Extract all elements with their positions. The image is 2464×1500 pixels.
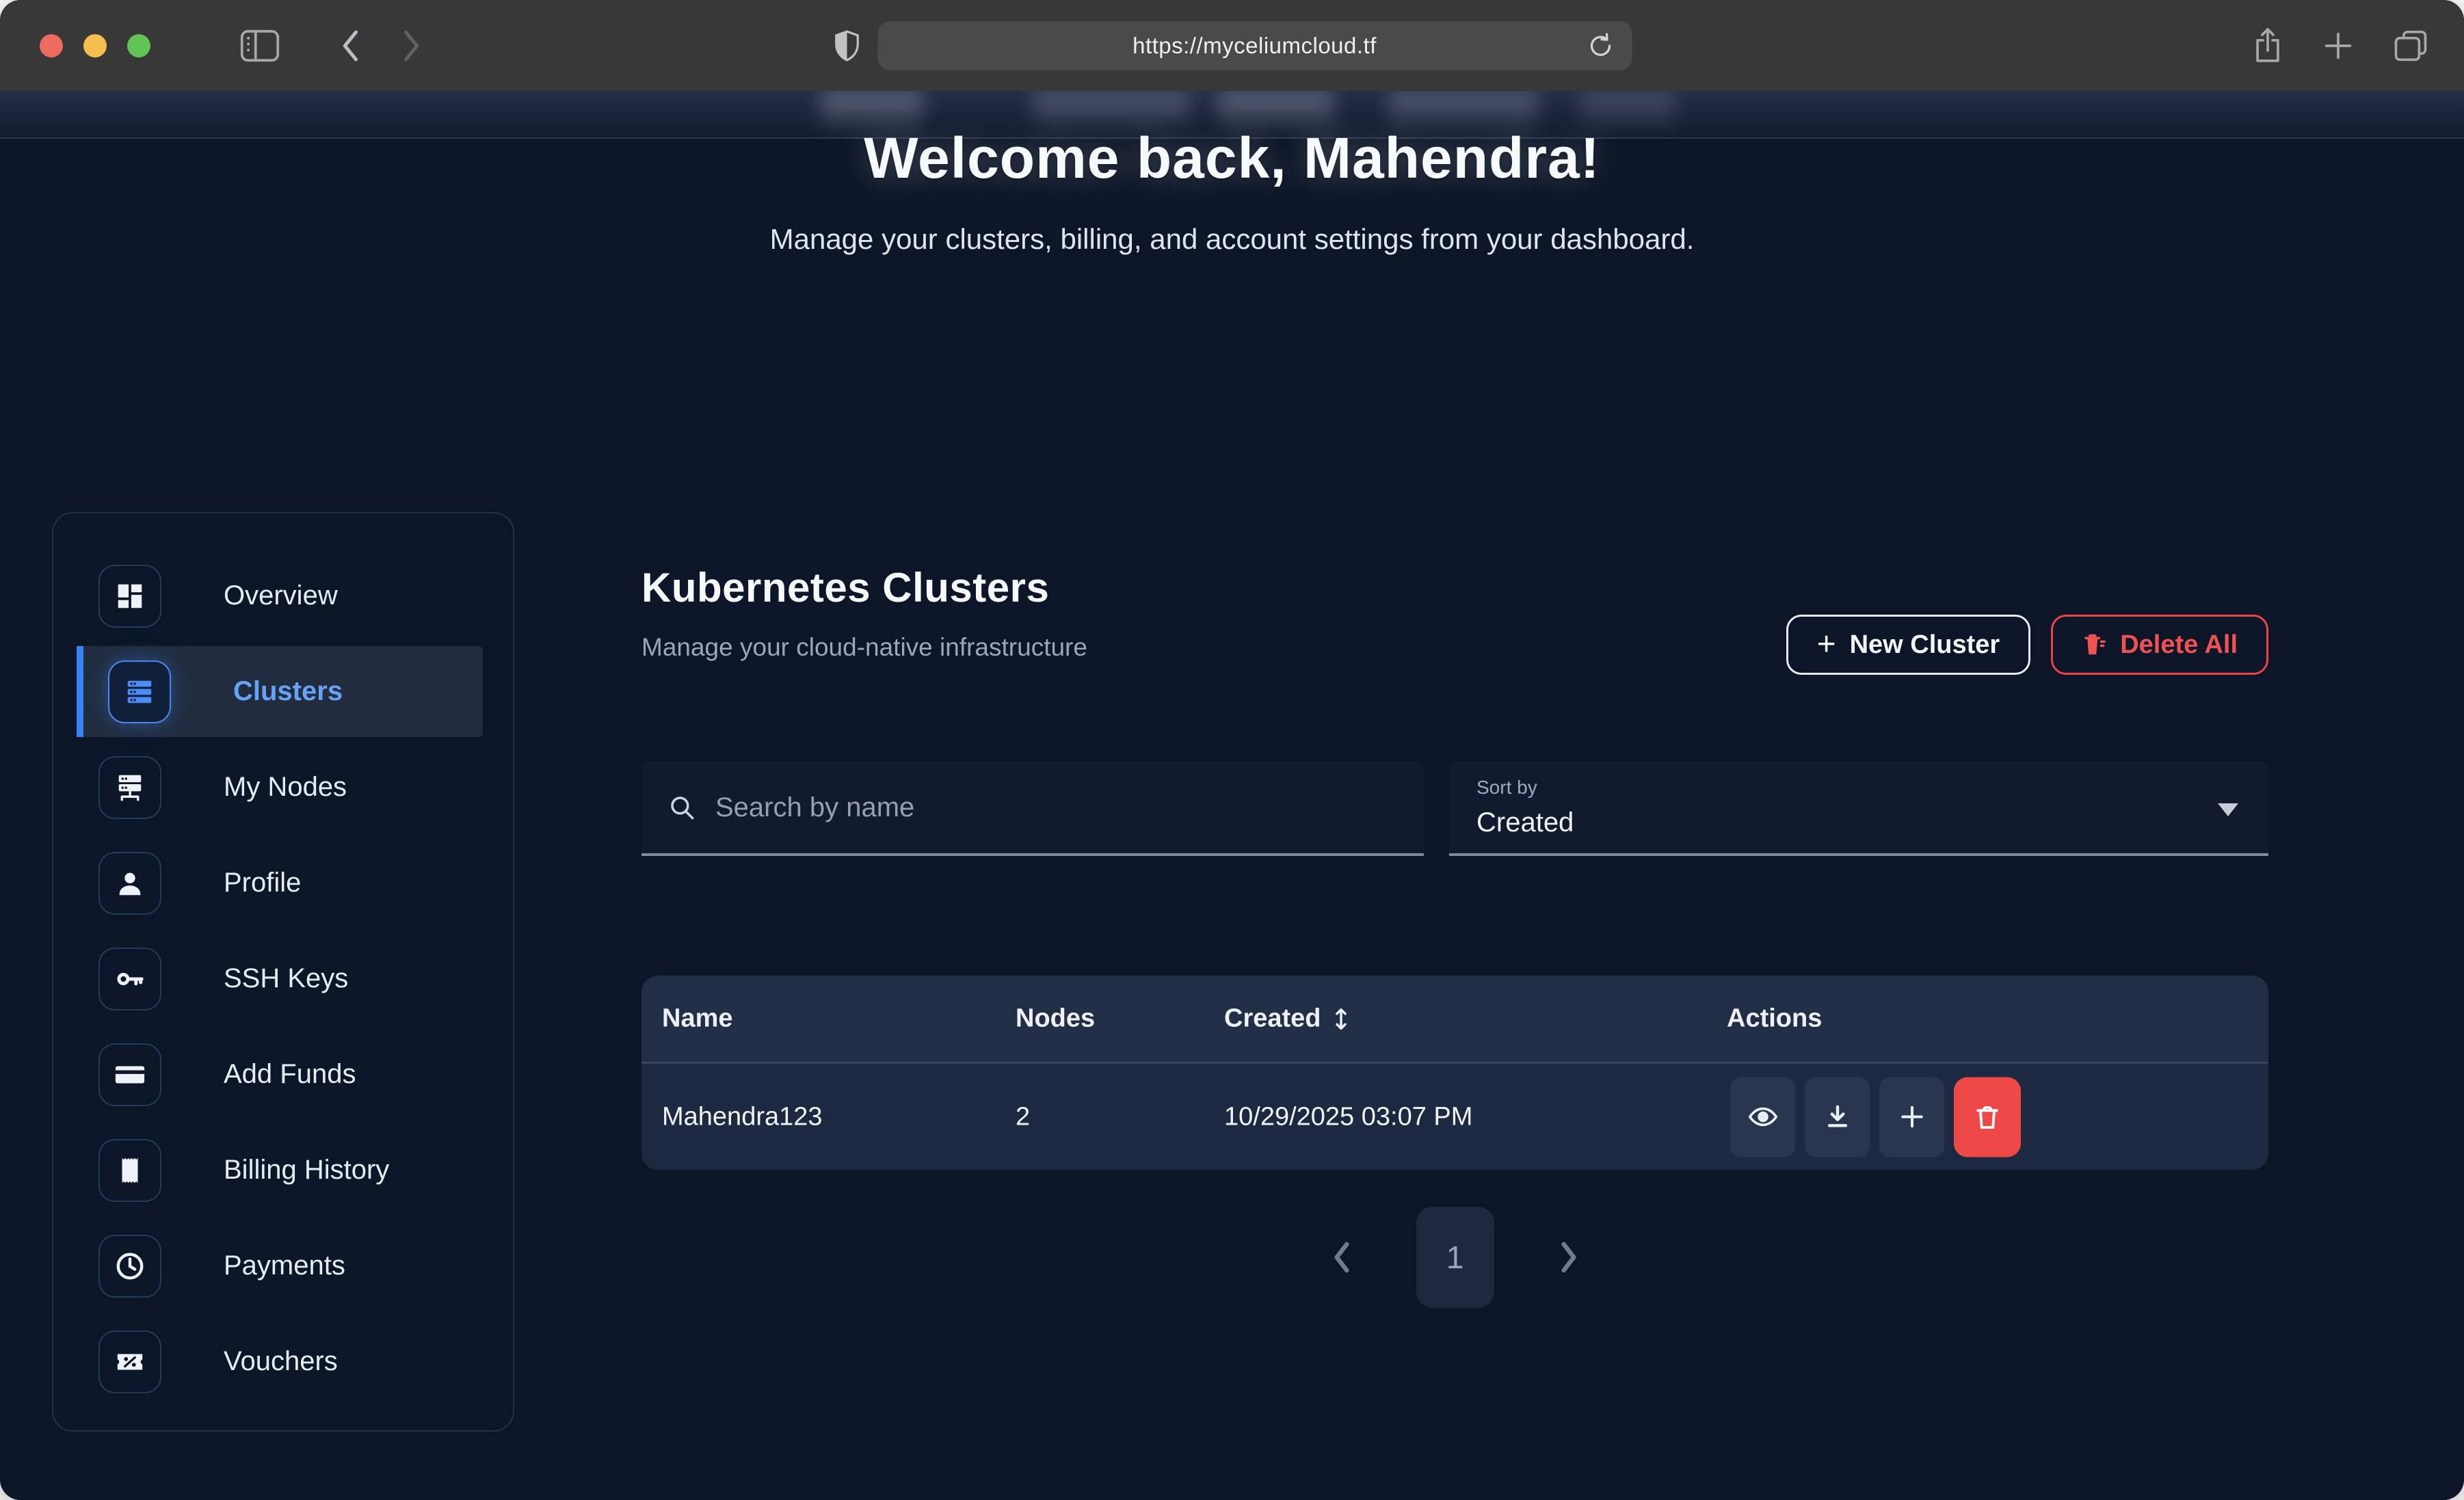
back-icon[interactable] [341,29,361,63]
key-icon [98,948,161,1010]
view-button[interactable] [1730,1077,1795,1157]
cluster-nodes: 2 [1016,1102,1030,1131]
sidebar-toggle-icon[interactable] [239,29,280,63]
sidebar-item-my-nodes[interactable]: My Nodes [77,742,483,833]
url-text: https://myceliumcloud.tf [1132,33,1377,59]
welcome-title: Welcome back, Mahendra! [0,125,2464,191]
page-title: Kubernetes Clusters [641,564,1087,611]
sidebar-item-label: Add Funds [224,1059,356,1090]
share-icon[interactable] [2252,27,2283,65]
search-icon [667,793,696,822]
sidebar-item-label: Payments [224,1250,345,1281]
welcome-subtitle: Manage your clusters, billing, and accou… [0,223,2464,256]
column-header-nodes: Nodes [1016,1004,1095,1034]
add-icon [1897,1102,1927,1132]
pagination: 1 [641,1207,2268,1308]
reload-icon[interactable] [1587,31,1614,61]
sidebar-item-clusters[interactable]: Clusters [77,646,483,737]
profile-icon [98,852,161,915]
sidebar-item-overview[interactable]: Overview [77,550,483,641]
trash-icon [2082,631,2106,658]
chevron-left-icon[interactable] [1330,1240,1353,1274]
sidebar-item-profile[interactable]: Profile [77,838,483,928]
column-header-created[interactable]: Created [1224,1004,1350,1034]
sidebar-item-label: Billing History [224,1155,389,1186]
clusters-icon [108,660,171,723]
nodes-icon [98,756,161,819]
table-header-row: Name Nodes Created Actions [641,976,2268,1062]
clock-icon [98,1235,161,1298]
maximize-window-button[interactable] [127,34,150,57]
cluster-created: 10/29/2025 03:07 PM [1224,1102,1472,1131]
page-number[interactable]: 1 [1416,1207,1494,1308]
column-header-actions: Actions [1727,1004,1822,1034]
dropdown-arrow-icon [2218,803,2238,816]
clusters-header: Kubernetes Clusters Manage your cloud-na… [641,564,1087,662]
browser-window: https://myceliumcloud.tf [0,0,2464,1500]
clusters-table: Name Nodes Created Actions [641,976,2268,1170]
address-bar[interactable]: https://myceliumcloud.tf [877,21,1632,70]
voucher-icon [98,1330,161,1393]
sidebar-item-label: SSH Keys [224,963,348,994]
sidebar-item-label: Clusters [233,676,343,707]
sidebar-item-ssh-keys[interactable]: SSH Keys [77,933,483,1024]
sidebar-item-billing-history[interactable]: Billing History [77,1125,483,1216]
credit-card-icon [98,1043,161,1106]
welcome-section: Welcome back, Mahendra! Manage your clus… [0,91,2464,256]
delete-all-button[interactable]: Delete All [2051,615,2268,675]
receipt-icon [98,1139,161,1202]
tabs-overview-icon[interactable] [2393,29,2428,63]
download-button[interactable] [1805,1077,1870,1157]
delete-icon [1972,1102,2002,1132]
sort-value: Created [1476,807,1574,838]
sidebar-item-label: Overview [224,580,338,611]
sort-select[interactable]: Sort by Created [1449,762,2268,856]
cluster-name: Mahendra123 [662,1102,823,1131]
shield-icon[interactable] [832,28,861,64]
download-icon [1823,1102,1853,1132]
page-subtitle: Manage your cloud-native infrastructure [641,633,1087,662]
screenshot: https://myceliumcloud.tf [0,0,2464,1500]
sidebar: Overview Clusters [52,512,514,1432]
dashboard-icon [98,565,161,628]
new-tab-icon[interactable] [2322,29,2355,62]
search-field[interactable] [641,762,1424,856]
sidebar-item-payments[interactable]: Payments [77,1220,483,1311]
sidebar-item-label: My Nodes [224,772,347,803]
chevron-right-icon[interactable] [1557,1240,1580,1274]
window-controls [40,34,150,57]
eye-icon [1747,1101,1779,1133]
close-window-button[interactable] [40,34,63,57]
column-header-name: Name [662,1004,733,1034]
browser-toolbar: https://myceliumcloud.tf [0,0,2464,91]
delete-cluster-button[interactable] [1954,1077,2021,1157]
up-down-arrow-icon [1332,1006,1350,1032]
table-row: Mahendra123 2 10/29/2025 03:07 PM [641,1062,2268,1170]
sidebar-item-vouchers[interactable]: Vouchers [77,1316,483,1407]
minimize-window-button[interactable] [83,34,107,57]
dashboard-page: Welcome back, Mahendra! Manage your clus… [0,91,2464,1500]
sidebar-item-label: Vouchers [224,1346,338,1377]
sidebar-item-add-funds[interactable]: Add Funds [77,1029,483,1120]
sort-label: Sort by [1476,777,1537,799]
row-actions [1730,1077,2021,1157]
add-node-button[interactable] [1879,1077,1944,1157]
new-cluster-button[interactable]: + New Cluster [1786,615,2031,675]
sidebar-item-label: Profile [224,868,301,898]
search-input[interactable] [715,792,1424,823]
forward-icon[interactable] [401,29,421,63]
